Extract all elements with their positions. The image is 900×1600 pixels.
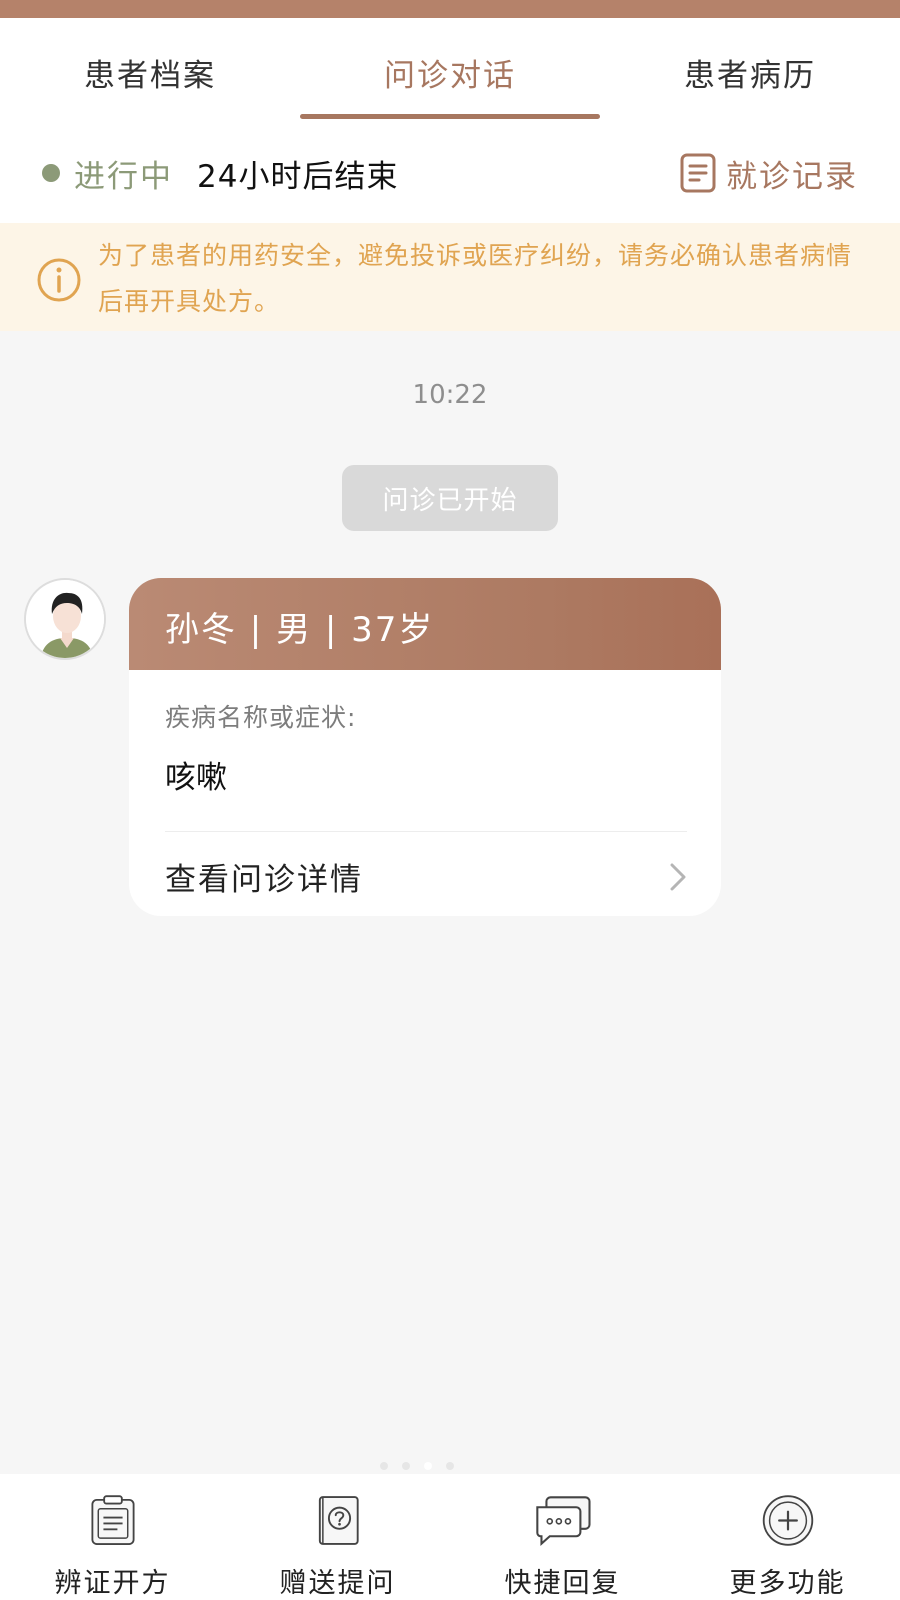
chat-bubbles-icon bbox=[535, 1496, 591, 1547]
tab-label: 患者病历 bbox=[684, 58, 816, 94]
safety-notice: 为了患者的用药安全，避免投诉或医疗纠纷，请务必确认患者病情后再开具处方。 bbox=[0, 223, 900, 331]
active-tab-indicator bbox=[300, 114, 600, 119]
visit-record-button[interactable]: 就诊记录 bbox=[680, 151, 858, 196]
bottom-item-label: 快捷回复 bbox=[504, 1568, 621, 1599]
consultation-status-bar: 进行中 24小时后结束 就诊记录 bbox=[0, 123, 900, 223]
bottom-item-label: 更多功能 bbox=[729, 1568, 846, 1599]
notice-text: 为了患者的用药安全，避免投诉或医疗纠纷，请务必确认患者病情后再开具处方。 bbox=[98, 241, 853, 316]
page-indicator bbox=[380, 1462, 454, 1470]
remaining-time: 24小时后结束 bbox=[197, 158, 399, 195]
bottom-item-label: 赠送提问 bbox=[279, 1568, 396, 1599]
view-details-link[interactable]: 查看问诊详情 bbox=[129, 832, 721, 899]
tab-consultation-chat[interactable]: 问诊对话 bbox=[300, 18, 600, 123]
patient-summary: 孙冬 | 男 | 37岁 bbox=[129, 578, 721, 670]
document-icon bbox=[680, 153, 716, 193]
more-functions-button[interactable]: 更多功能 bbox=[675, 1474, 900, 1600]
consultation-card: 孙冬 | 男 | 37岁 疾病名称或症状: 咳嗽 查看问诊详情 bbox=[129, 578, 721, 916]
prescribe-button[interactable]: 辨证开方 bbox=[0, 1474, 225, 1600]
prescription-clipboard-icon bbox=[90, 1495, 135, 1545]
page-dot bbox=[380, 1462, 388, 1470]
top-accent-bar bbox=[0, 0, 900, 18]
chevron-right-icon bbox=[670, 863, 686, 890]
symptom-label: 疾病名称或症状: bbox=[165, 703, 357, 732]
tab-label: 问诊对话 bbox=[384, 58, 516, 94]
chat-timestamp: 10:22 bbox=[412, 380, 488, 410]
avatar[interactable] bbox=[24, 578, 106, 660]
plus-circle-icon bbox=[762, 1495, 813, 1546]
gift-question-button[interactable]: 赠送提问 bbox=[225, 1474, 450, 1600]
tab-patient-profile[interactable]: 患者档案 bbox=[0, 18, 300, 123]
page-dot bbox=[402, 1462, 410, 1470]
symptom-value: 咳嗽 bbox=[165, 760, 227, 796]
tab-bar: 患者档案 问诊对话 患者病历 bbox=[0, 18, 900, 123]
bottom-item-label: 辨证开方 bbox=[54, 1568, 171, 1599]
status-dot-icon bbox=[42, 164, 60, 182]
info-icon bbox=[37, 258, 81, 302]
patient-avatar-icon bbox=[26, 580, 104, 658]
tab-medical-history[interactable]: 患者病历 bbox=[600, 18, 900, 123]
page-dot bbox=[424, 1462, 432, 1470]
visit-record-label: 就诊记录 bbox=[726, 158, 858, 195]
system-message: 问诊已开始 bbox=[342, 465, 558, 531]
question-book-icon bbox=[318, 1496, 359, 1545]
view-details-label: 查看问诊详情 bbox=[165, 862, 363, 898]
page-dot bbox=[446, 1462, 454, 1470]
bottom-toolbar: 辨证开方 赠送提问 快捷回复 更多功能 bbox=[0, 1474, 900, 1600]
tab-label: 患者档案 bbox=[84, 58, 216, 94]
status-label: 进行中 bbox=[74, 158, 173, 195]
quick-reply-button[interactable]: 快捷回复 bbox=[450, 1474, 675, 1600]
